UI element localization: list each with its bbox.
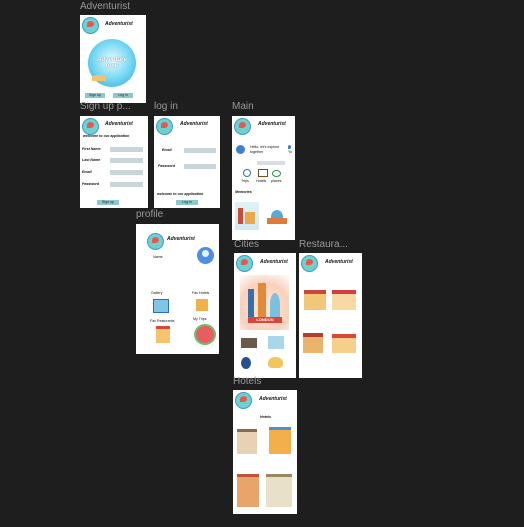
app-title: Adventurist — [167, 236, 195, 242]
app-logo-icon — [301, 255, 318, 272]
profile-frame[interactable]: Adventurist Name Gallery Fav Hotels Fav … — [136, 224, 219, 354]
search-input[interactable] — [257, 161, 285, 165]
signup-button[interactable]: Sign up — [85, 93, 105, 98]
login-frame[interactable]: Adventurist Email Password welcome to ou… — [154, 116, 220, 208]
trips-label: Trips — [241, 179, 249, 183]
app-logo-icon — [235, 392, 252, 409]
restaurant-thumb-1[interactable] — [304, 290, 326, 310]
city-thumb-2[interactable] — [268, 336, 284, 349]
frame-label-hotels: Hotels — [233, 376, 262, 387]
gallery-icon[interactable] — [153, 299, 169, 313]
app-title: Adventurist — [260, 259, 288, 265]
first-name-label: First Name — [82, 147, 101, 151]
main-frame[interactable]: Adventurist Hello, let's explore togethe… — [232, 116, 295, 240]
city-name-banner: LONDON — [248, 317, 282, 323]
restaurant-thumb-3[interactable] — [303, 333, 323, 353]
city-thumb-4[interactable] — [268, 357, 283, 368]
last-name-label: Last Name — [82, 158, 101, 162]
last-name-field[interactable] — [110, 158, 143, 163]
city-thumb-3[interactable] — [241, 357, 251, 369]
frame-label-profile: profile — [136, 209, 164, 220]
frame-label-cities: Cities — [234, 239, 260, 250]
hero-text: Adventure time — [97, 57, 127, 69]
fav-hotels-label: Fav Hotels — [192, 291, 210, 295]
email-field[interactable] — [184, 148, 216, 153]
password-label: Password — [82, 182, 99, 186]
signup-submit-button[interactable]: Sign up — [97, 200, 119, 205]
app-logo-icon — [236, 255, 253, 272]
app-logo-icon — [82, 17, 99, 34]
profile-avatar-icon[interactable] — [197, 247, 214, 264]
building-shape — [245, 212, 255, 224]
gallery-label: Gallery — [151, 291, 163, 295]
app-title: Adventurist — [105, 121, 133, 127]
restaurant-thumb-2[interactable] — [332, 290, 356, 310]
avatar-head — [202, 250, 209, 257]
adventure-hero-image: Adventure time — [88, 39, 136, 87]
island-shape — [92, 75, 106, 81]
password-field[interactable] — [110, 182, 143, 187]
restaurants-frame[interactable]: Adventurist — [299, 253, 362, 378]
memory-london-image[interactable] — [235, 202, 259, 230]
app-title: Adventurist — [325, 259, 353, 265]
welcome-text: welcome to our application — [157, 192, 204, 196]
greeting-text: Hello, let's explore together — [250, 145, 280, 154]
frame-label-login: log in — [154, 101, 178, 112]
fav-hotels-icon[interactable] — [196, 299, 208, 311]
login-button[interactable]: Log in — [113, 93, 133, 98]
hotels-icon[interactable] — [258, 169, 268, 177]
hotels-label: Hotels — [256, 179, 267, 183]
frame-label-main: Main — [232, 101, 254, 112]
building-shape — [267, 218, 287, 224]
location-pin-icon — [288, 145, 291, 149]
tower-shape — [248, 289, 254, 317]
frame-label-signup: Sign up p... — [80, 101, 131, 112]
app-title: Adventurist — [259, 396, 287, 402]
email-label: Email — [162, 148, 172, 152]
trips-icon[interactable] — [243, 169, 251, 177]
places-label: places — [271, 179, 282, 183]
avatar-icon[interactable] — [236, 145, 245, 154]
city-thumb-1[interactable] — [241, 338, 257, 348]
hotel-thumb-4[interactable] — [266, 474, 292, 507]
splash-frame[interactable]: Adventurist Adventure time Sign up Log i… — [80, 15, 146, 103]
email-label: Email — [82, 170, 92, 174]
places-icon[interactable] — [272, 170, 281, 177]
fav-restaurants-label: Fav Resturants — [150, 319, 175, 323]
memories-heading: Memories — [235, 190, 252, 194]
my-trips-icon[interactable] — [194, 324, 216, 345]
password-label: Password — [158, 164, 175, 168]
login-submit-button[interactable]: Log in — [176, 200, 198, 205]
app-title: Adventurist — [180, 121, 208, 127]
tower-shape — [258, 283, 266, 317]
app-title: Adventurist — [258, 121, 286, 127]
frame-label-restaurants: Restaura... — [299, 239, 348, 250]
hotel-thumb-3[interactable] — [237, 474, 259, 507]
hotels-heading: Hotels — [260, 415, 271, 419]
building-shape — [238, 208, 243, 224]
greeting-extra: Yo — [288, 150, 293, 154]
hotel-thumb-2[interactable] — [269, 427, 291, 454]
london-city-image[interactable]: LONDON — [240, 275, 289, 330]
cities-frame[interactable]: Adventurist LONDON — [234, 253, 296, 378]
name-label: Name — [153, 255, 163, 259]
hotels-frame[interactable]: Adventurist Hotels — [233, 390, 297, 514]
app-logo-icon — [234, 118, 251, 135]
frame-label-splash: Adventurist — [80, 1, 131, 12]
password-field[interactable] — [184, 164, 216, 169]
signup-frame[interactable]: Adventurist welcome to our application F… — [80, 116, 148, 208]
app-logo-icon — [147, 233, 164, 250]
first-name-field[interactable] — [110, 147, 143, 152]
restaurant-thumb-4[interactable] — [332, 334, 356, 353]
my-trips-label: My Trips — [193, 317, 207, 321]
hotel-thumb-1[interactable] — [237, 429, 257, 454]
dome-shape — [270, 293, 280, 317]
app-logo-icon — [82, 118, 99, 135]
app-logo-icon — [156, 118, 173, 135]
app-title: Adventurist — [105, 21, 133, 27]
welcome-text: welcome to our application — [83, 134, 130, 138]
email-field[interactable] — [110, 170, 143, 175]
fav-restaurants-icon[interactable] — [156, 326, 170, 343]
memory-city-image[interactable] — [265, 202, 289, 230]
